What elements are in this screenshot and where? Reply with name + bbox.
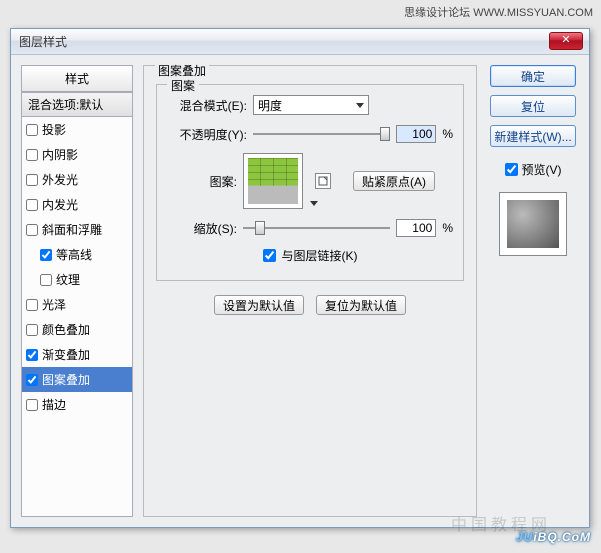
- style-item-inner-glow[interactable]: 内发光: [22, 192, 132, 217]
- preview-checkbox[interactable]: [505, 163, 518, 176]
- style-item-satin[interactable]: 光泽: [22, 292, 132, 317]
- style-label: 等高线: [56, 246, 92, 263]
- slider-thumb[interactable]: [380, 127, 390, 141]
- style-label: 投影: [42, 121, 66, 138]
- reset-button[interactable]: 复位: [490, 95, 576, 117]
- right-panel: 确定 复位 新建样式(W)... 预览(V): [487, 65, 579, 517]
- style-label: 光泽: [42, 296, 66, 313]
- link-with-layer-label: 与图层链接(K): [282, 247, 358, 264]
- pattern-swatch-picker[interactable]: [243, 153, 303, 209]
- watermark-part2: iBQ.CoM: [533, 530, 591, 544]
- section-title: 图案叠加: [155, 62, 209, 79]
- style-label: 纹理: [56, 271, 80, 288]
- style-label: 外发光: [42, 171, 78, 188]
- reset-default-button[interactable]: 复位为默认值: [316, 295, 406, 315]
- checkbox-gradient-overlay[interactable]: [26, 349, 38, 361]
- opacity-label: 不透明度(Y):: [167, 126, 247, 143]
- checkbox-bevel-emboss[interactable]: [26, 224, 38, 236]
- preview-label: 预览(V): [522, 161, 562, 178]
- blend-mode-value: 明度: [258, 97, 282, 114]
- set-default-button[interactable]: 设置为默认值: [214, 295, 304, 315]
- style-item-bevel-emboss[interactable]: 斜面和浮雕: [22, 217, 132, 242]
- style-item-contour[interactable]: 等高线: [22, 242, 132, 267]
- checkbox-pattern-overlay[interactable]: [26, 374, 38, 386]
- scale-slider[interactable]: [243, 227, 390, 229]
- style-item-gradient-overlay[interactable]: 渐变叠加: [22, 342, 132, 367]
- attribution-text: 思缘设计论坛 WWW.MISSYUAN.COM: [404, 4, 593, 20]
- blend-options-header[interactable]: 混合选项:默认: [22, 92, 132, 117]
- style-label: 内阴影: [42, 146, 78, 163]
- style-item-outer-glow[interactable]: 外发光: [22, 167, 132, 192]
- slider-thumb[interactable]: [255, 221, 265, 235]
- link-with-layer-checkbox[interactable]: [263, 249, 276, 262]
- pattern-legend: 图案: [167, 77, 199, 94]
- style-label: 斜面和浮雕: [42, 221, 102, 238]
- ok-button[interactable]: 确定: [490, 65, 576, 87]
- watermark: JUiBQ.CoM: [516, 524, 591, 547]
- blend-mode-label: 混合模式(E):: [167, 97, 247, 114]
- style-item-drop-shadow[interactable]: 投影: [22, 117, 132, 142]
- chevron-down-icon: [356, 103, 364, 108]
- opacity-unit: %: [442, 127, 453, 141]
- titlebar[interactable]: 图层样式 ✕: [11, 29, 589, 55]
- scale-label: 缩放(S):: [167, 220, 237, 237]
- checkbox-contour[interactable]: [40, 249, 52, 261]
- preview-swatch-icon: [507, 200, 559, 248]
- opacity-input[interactable]: [396, 125, 436, 143]
- checkbox-inner-shadow[interactable]: [26, 149, 38, 161]
- checkbox-stroke[interactable]: [26, 399, 38, 411]
- close-button[interactable]: ✕: [549, 32, 583, 50]
- style-label: 渐变叠加: [42, 346, 90, 363]
- style-item-texture[interactable]: 纹理: [22, 267, 132, 292]
- checkbox-inner-glow[interactable]: [26, 199, 38, 211]
- style-item-color-overlay[interactable]: 颜色叠加: [22, 317, 132, 342]
- opacity-slider[interactable]: [253, 133, 390, 135]
- blend-mode-select[interactable]: 明度: [253, 95, 369, 115]
- style-label: 内发光: [42, 196, 78, 213]
- style-item-pattern-overlay[interactable]: 图案叠加: [22, 367, 132, 392]
- style-label: 颜色叠加: [42, 321, 90, 338]
- styles-header[interactable]: 样式: [22, 66, 132, 92]
- checkbox-color-overlay[interactable]: [26, 324, 38, 336]
- checkbox-satin[interactable]: [26, 299, 38, 311]
- new-preset-button[interactable]: [315, 173, 331, 189]
- preview-box: [499, 192, 567, 256]
- layer-style-dialog: 图层样式 ✕ 样式 混合选项:默认 投影 内阴影 外发光 内发光 斜面和浮雕 等…: [10, 28, 590, 528]
- style-label: 描边: [42, 396, 66, 413]
- scale-input[interactable]: [396, 219, 436, 237]
- chevron-down-icon: [310, 201, 318, 206]
- style-label: 图案叠加: [42, 371, 90, 388]
- dialog-title: 图层样式: [19, 33, 67, 50]
- scale-unit: %: [442, 221, 453, 235]
- checkbox-outer-glow[interactable]: [26, 174, 38, 186]
- style-item-inner-shadow[interactable]: 内阴影: [22, 142, 132, 167]
- settings-panel: 图案叠加 图案 混合模式(E): 明度 不透明度(Y):: [143, 65, 477, 517]
- checkbox-texture[interactable]: [40, 274, 52, 286]
- watermark-part1: JU: [516, 530, 533, 544]
- styles-list-panel: 样式 混合选项:默认 投影 内阴影 外发光 内发光 斜面和浮雕 等高线 纹理 光…: [21, 65, 133, 517]
- snap-origin-button[interactable]: 贴紧原点(A): [353, 171, 435, 191]
- pattern-preview-icon: [248, 158, 298, 204]
- checkbox-drop-shadow[interactable]: [26, 124, 38, 136]
- document-icon: [318, 176, 328, 186]
- style-item-stroke[interactable]: 描边: [22, 392, 132, 417]
- pattern-label: 图案:: [167, 173, 237, 190]
- new-style-button[interactable]: 新建样式(W)...: [490, 125, 576, 147]
